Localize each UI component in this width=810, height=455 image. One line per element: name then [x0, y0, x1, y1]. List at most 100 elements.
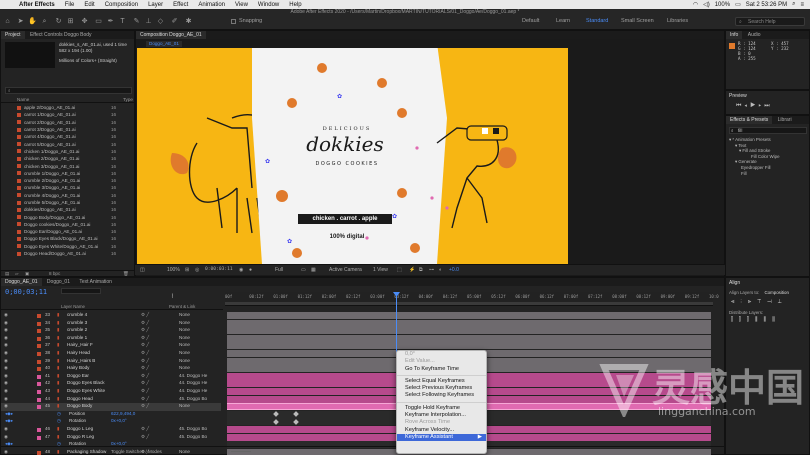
col-type-header[interactable]: Type: [123, 97, 133, 102]
align-bottom-icon[interactable]: ⊥: [778, 299, 788, 305]
roto-brush-tool-icon[interactable]: ✐: [170, 17, 179, 26]
pen-tool-icon[interactable]: ✒: [106, 17, 115, 26]
layer-name[interactable]: Doggo R Leg: [67, 434, 94, 439]
home-icon[interactable]: ⌂: [3, 17, 12, 26]
project-item[interactable]: carrot 1/Doggo_AE_01.ai 16: [1, 111, 134, 118]
layer-duration-bar[interactable]: [227, 327, 711, 335]
project-item[interactable]: crumble 4/Doggo_AE_01.ai 16: [1, 192, 134, 199]
menu-item-select-following-keyframes[interactable]: Select Following Keyframes: [397, 392, 486, 399]
project-item[interactable]: carrot 4/Doggo_AE_01.ai 16: [1, 133, 134, 140]
brush-tool-icon[interactable]: ✎: [132, 17, 141, 26]
layer-row[interactable]: ◉ 34 ▮ crumble 3 ⚙ ╱ None: [1, 320, 221, 328]
menu-app[interactable]: After Effects: [14, 2, 60, 8]
effects-tree-item[interactable]: Fill: [729, 171, 780, 177]
layer-duration-bar[interactable]: [227, 319, 711, 327]
layer-name[interactable]: crumble 4: [67, 312, 87, 317]
menu-composition[interactable]: Composition: [100, 2, 143, 8]
label-color-chip[interactable]: [17, 178, 21, 183]
align-right-icon[interactable]: ⫸: [748, 299, 757, 305]
wifi-icon[interactable]: ◠: [693, 1, 698, 8]
layer-name[interactable]: Doggo Head: [67, 396, 93, 401]
work-area-bar[interactable]: [225, 302, 713, 305]
layer-label-chip[interactable]: [37, 359, 41, 364]
tab-timeline-doggo[interactable]: Doggo_01: [43, 278, 74, 286]
label-color-chip[interactable]: [17, 200, 21, 205]
label-color-chip[interactable]: [17, 105, 21, 110]
camera-dropdown[interactable]: Active Camera: [329, 267, 362, 273]
layer-row[interactable]: ◉ 36 ▮ crumble 1 ⚙ ╱ None: [1, 335, 221, 343]
property-row[interactable]: ◂◆▸ ◷ Rotation 0x+0,0°: [1, 418, 221, 426]
timeline-search-input[interactable]: [61, 288, 101, 294]
layer-name[interactable]: Hairy_Hair F: [67, 342, 93, 347]
visibility-eye-icon[interactable]: ◉: [4, 388, 8, 394]
parent-dropdown[interactable]: None: [179, 358, 190, 363]
layer-row[interactable]: ◉ 46 ▮ Doggo L Leg ⚙ ╱ 45. Doggo Bo: [1, 426, 221, 434]
project-item[interactable]: chicken 2/Doggo_AE_01.ai 16: [1, 155, 134, 162]
stopwatch-icon[interactable]: ◷: [57, 411, 61, 417]
visibility-eye-icon[interactable]: ◉: [4, 396, 8, 402]
parent-dropdown[interactable]: 45. Doggo Bo: [179, 396, 207, 401]
layer-row[interactable]: ◉ 33 ▮ crumble 4 ⚙ ╱ None: [1, 312, 221, 320]
help-search-input[interactable]: ⌕ Search Help: [735, 17, 805, 26]
label-color-chip[interactable]: [17, 127, 21, 132]
layer-row[interactable]: ◉ 35 ▮ crumble 2 ⚙ ╱ None: [1, 327, 221, 335]
workspace-default[interactable]: Default: [522, 18, 539, 24]
search-icon[interactable]: ⌕: [792, 1, 795, 8]
timeline-timecode[interactable]: 0;00;03;11: [5, 288, 47, 296]
layer-row[interactable]: ◉ 41 ▮ Doggo Ear ⚙ ╱ 44. Doggo He: [1, 373, 221, 381]
layer-name[interactable]: crumble 1: [67, 335, 87, 340]
layer-duration-bar[interactable]: [227, 342, 711, 350]
visibility-eye-icon[interactable]: ◉: [4, 373, 8, 379]
menu-item-go-to-keyframe-time[interactable]: Go To Keyframe Time: [397, 366, 486, 373]
layer-name[interactable]: Doggo L Leg: [67, 426, 93, 431]
layer-label-chip[interactable]: [37, 390, 41, 394]
parent-dropdown[interactable]: 45. Doggo Bo: [179, 434, 207, 439]
keyframe-nav-icon[interactable]: ◂◆▸: [5, 418, 13, 424]
layer-label-chip[interactable]: [37, 397, 41, 402]
layer-switch-icon[interactable]: ⚙ ╱: [141, 403, 149, 409]
menu-help[interactable]: Help: [284, 2, 306, 8]
composition-canvas[interactable]: ✿ ✿ ✿ ✿ DELICIOUS dokkies DOGGO COOKIES …: [137, 48, 568, 264]
last-frame-icon[interactable]: ⏭: [764, 103, 772, 109]
distribute-vcenter-icon[interactable]: ⫿: [739, 317, 747, 323]
rectangle-tool-icon[interactable]: ▭: [94, 17, 103, 26]
layer-row[interactable]: ◉ 37 ▮ Hairy_Hair F ⚙ ╱ None: [1, 342, 221, 350]
zoom-slider[interactable]: [231, 447, 251, 452]
grid-icon[interactable]: ⊞: [185, 267, 189, 273]
align-top-icon[interactable]: ⊤: [757, 299, 767, 305]
layer-label-chip[interactable]: [37, 428, 41, 432]
menu-extras-icon[interactable]: ≡: [800, 2, 804, 8]
battery-icon[interactable]: ▭: [735, 1, 741, 8]
flowchart-icon[interactable]: ⊶: [429, 267, 434, 273]
layer-label-chip[interactable]: [37, 321, 41, 326]
layer-label-chip[interactable]: [37, 374, 41, 379]
parent-dropdown[interactable]: 44. Doggo He: [179, 373, 207, 378]
menu-item-toggle-hold-keyframe[interactable]: Toggle Hold Keyframe: [397, 405, 486, 412]
layer-row[interactable]: ◉ 44 ▮ Doggo Head ⚙ ╱ 45. Doggo Bo: [1, 396, 221, 404]
toggle-pixel-icon[interactable]: ⬚: [397, 267, 402, 273]
camera-tool-icon[interactable]: ⊞: [66, 17, 75, 26]
layer-switch-icon[interactable]: ⚙ ╱: [141, 373, 149, 379]
menu-effect[interactable]: Effect: [168, 2, 193, 8]
label-color-chip[interactable]: [17, 229, 21, 234]
align-to-dropdown[interactable]: Composition: [765, 290, 789, 295]
layer-switch-icon[interactable]: ⚙ ╱: [141, 426, 149, 432]
distribute-bottom-icon[interactable]: ⫿: [747, 317, 755, 323]
hand-tool-icon[interactable]: ✋: [28, 17, 37, 26]
visibility-eye-icon[interactable]: ◉: [4, 365, 8, 371]
menu-edit[interactable]: Edit: [79, 2, 99, 8]
layer-switch-icon[interactable]: ⚙ ╱: [141, 342, 149, 348]
project-item[interactable]: Doggo Ear/Doggo_AE_01.ai 16: [1, 228, 134, 235]
layer-name[interactable]: Hairy_Hairs B: [67, 358, 95, 363]
layer-label-chip[interactable]: [37, 344, 41, 349]
distribute-right-icon[interactable]: ⫼: [772, 317, 781, 323]
color-channel-icon[interactable]: ●: [249, 267, 252, 273]
col-layer-name[interactable]: Layer Name: [61, 304, 85, 309]
clock[interactable]: Sat 2 53:26 PM: [746, 2, 787, 8]
property-row[interactable]: ◂◆▸ ◷ Position 622,9,494,0: [1, 411, 221, 419]
project-item[interactable]: chicken 3/Doggo_AE_01.ai 16: [1, 162, 134, 169]
label-color-chip[interactable]: [17, 207, 21, 212]
project-item[interactable]: Doggo Eyes Black/Doggo_AE_01.ai 16: [1, 235, 134, 242]
layer-row[interactable]: ◉ 47 ▮ Doggo R Leg ⚙ ╱ 45. Doggo Bo: [1, 434, 221, 442]
visibility-eye-icon[interactable]: ◉: [4, 327, 8, 333]
